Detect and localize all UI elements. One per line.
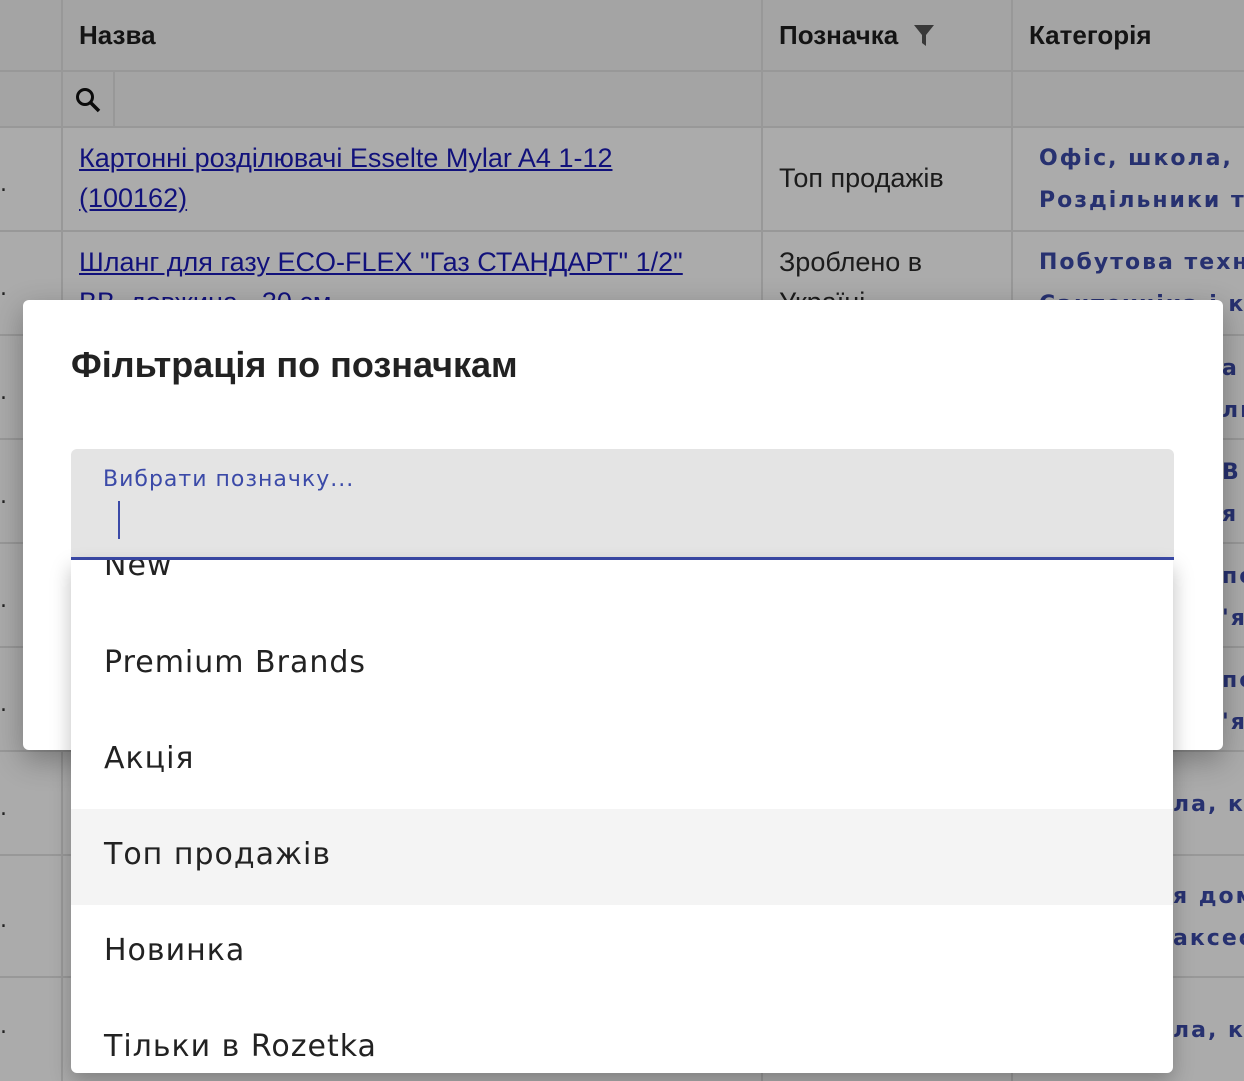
option-label: Топ продажів bbox=[104, 837, 332, 872]
option-label: Акція bbox=[104, 741, 195, 776]
option-promo[interactable]: Акція bbox=[71, 713, 1173, 809]
tag-options-menu: New Premium Brands Акція Топ продажів Но… bbox=[71, 560, 1173, 1073]
option-rozetka-only[interactable]: Тільки в Rozetka bbox=[71, 1001, 1173, 1073]
tag-select-input[interactable]: Вибрати позначку... bbox=[71, 449, 1174, 560]
option-premium-brands[interactable]: Premium Brands bbox=[71, 617, 1173, 713]
text-caret bbox=[118, 501, 120, 539]
option-top-sales[interactable]: Топ продажів bbox=[71, 809, 1173, 905]
option-novelty[interactable]: Новинка bbox=[71, 905, 1173, 1001]
option-label: New bbox=[104, 560, 173, 583]
page: Назва Позначка Категорія . Картонні розд… bbox=[0, 0, 1244, 1081]
tag-select-label: Вибрати позначку... bbox=[103, 467, 355, 492]
dialog-title: Фільтрація по позначкам bbox=[71, 344, 518, 385]
option-label: Тільки в Rozetka bbox=[104, 1029, 377, 1064]
option-label: Premium Brands bbox=[104, 645, 367, 680]
option-new[interactable]: New bbox=[71, 560, 1173, 616]
option-label: Новинка bbox=[104, 933, 246, 968]
